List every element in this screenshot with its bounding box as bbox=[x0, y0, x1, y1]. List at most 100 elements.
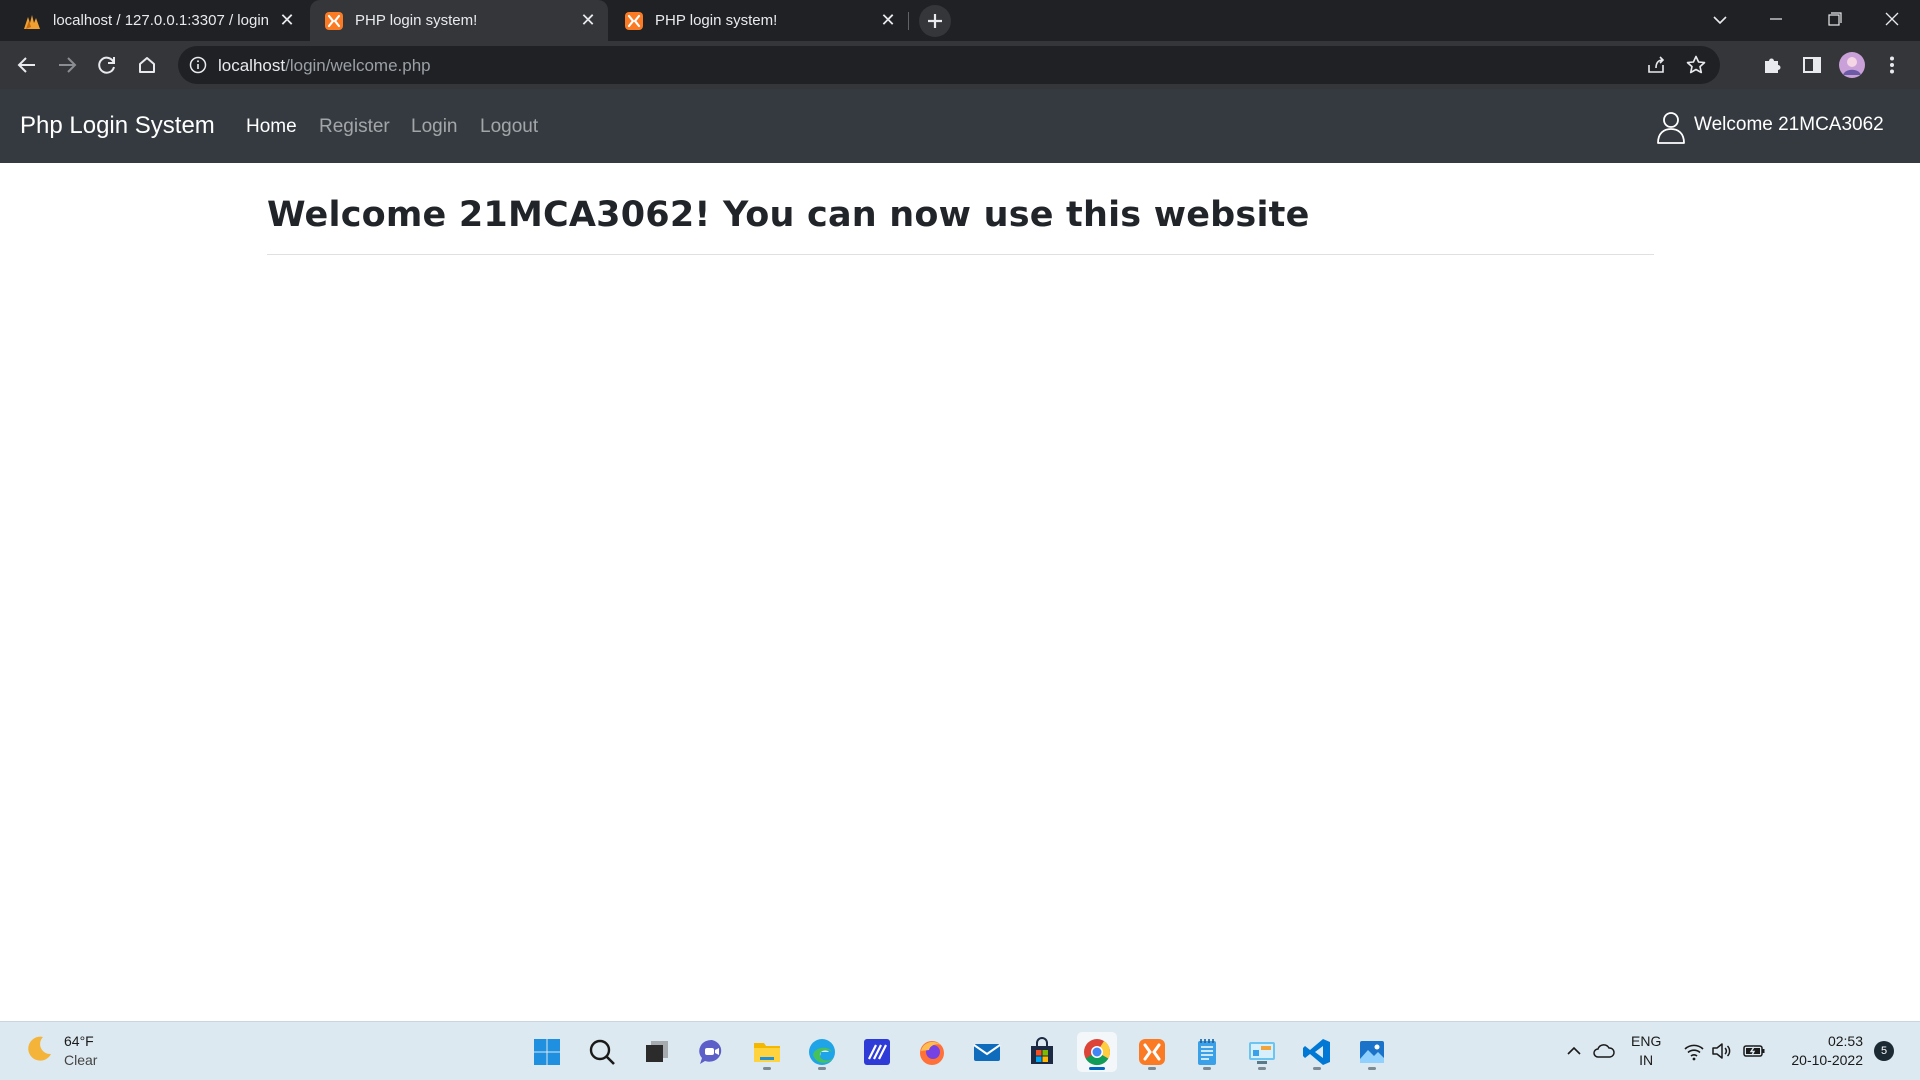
close-tab-icon[interactable]: ✕ bbox=[877, 9, 899, 31]
chevron-up-icon[interactable] bbox=[1562, 1039, 1586, 1063]
taskbar-chat-button[interactable] bbox=[692, 1032, 732, 1072]
language-indicator[interactable]: ENG IN bbox=[1631, 1032, 1661, 1070]
running-indicator bbox=[1258, 1067, 1266, 1070]
info-icon[interactable] bbox=[188, 55, 208, 75]
url-host: localhost bbox=[218, 56, 286, 75]
phpmyadmin-icon bbox=[24, 15, 40, 29]
taskbar-store[interactable] bbox=[1022, 1032, 1062, 1072]
tab-php-login-active[interactable]: PHP login system! ✕ bbox=[310, 0, 608, 41]
xampp-icon bbox=[325, 12, 343, 30]
taskbar-start-button[interactable] bbox=[527, 1032, 567, 1072]
welcome-heading: Welcome 21MCA3062! You can now use this … bbox=[267, 195, 1310, 235]
weather-condition: Clear bbox=[64, 1052, 98, 1068]
system-clock[interactable]: 02:53 20-10-2022 bbox=[1783, 1032, 1863, 1070]
app-linear-icon bbox=[864, 1039, 890, 1065]
close-tab-icon[interactable]: ✕ bbox=[577, 9, 599, 31]
side-panel-button[interactable] bbox=[1796, 49, 1828, 81]
wifi-icon[interactable] bbox=[1682, 1039, 1706, 1063]
back-button[interactable] bbox=[11, 49, 43, 81]
taskbar-photos[interactable] bbox=[1352, 1032, 1392, 1072]
moon-icon bbox=[28, 1036, 51, 1061]
battery-charging-icon[interactable] bbox=[1742, 1039, 1766, 1063]
running-indicator bbox=[818, 1067, 826, 1070]
xampp-icon bbox=[625, 12, 643, 30]
tab-title: PHP login system! bbox=[355, 12, 478, 29]
volume-icon[interactable] bbox=[1710, 1039, 1734, 1063]
region-code: IN bbox=[1639, 1052, 1654, 1068]
control-panel-icon bbox=[1249, 1042, 1275, 1064]
taskbar-task-view-button[interactable] bbox=[637, 1032, 677, 1072]
url-text[interactable]: localhost/login/welcome.php bbox=[218, 56, 431, 76]
notification-badge[interactable]: 5 bbox=[1874, 1041, 1894, 1061]
arrow-right-icon bbox=[59, 57, 77, 73]
nav-link-home[interactable]: Home bbox=[246, 116, 297, 138]
taskbar-edge[interactable] bbox=[802, 1032, 842, 1072]
nav-link-logout[interactable]: Logout bbox=[480, 116, 538, 138]
restore-button[interactable] bbox=[1806, 0, 1862, 41]
puzzle-icon bbox=[1765, 58, 1781, 73]
close-tab-icon[interactable]: ✕ bbox=[276, 9, 298, 31]
onedrive-cloud-icon[interactable] bbox=[1592, 1039, 1616, 1063]
taskbar-notepad[interactable] bbox=[1187, 1032, 1227, 1072]
photos-icon bbox=[1360, 1041, 1384, 1063]
page-content: Welcome 21MCA3062! You can now use this … bbox=[0, 163, 1920, 1021]
close-window-button[interactable] bbox=[1864, 0, 1920, 41]
task-view-icon bbox=[646, 1041, 668, 1062]
reload-icon bbox=[98, 56, 115, 74]
tab-divider bbox=[908, 12, 909, 30]
new-tab-button[interactable] bbox=[919, 5, 951, 37]
navbar-brand[interactable]: Php Login System bbox=[20, 112, 215, 140]
user-icon bbox=[1657, 112, 1685, 144]
tab-phpmyadmin[interactable]: localhost / 127.0.0.1:3307 / login ✕ bbox=[8, 0, 308, 41]
edge-icon bbox=[809, 1039, 835, 1065]
chevron-down-icon bbox=[1713, 16, 1727, 25]
nav-link-register[interactable]: Register bbox=[319, 116, 390, 138]
restore-icon bbox=[1828, 12, 1842, 26]
tab-title: PHP login system! bbox=[655, 12, 778, 29]
menu-button[interactable] bbox=[1876, 49, 1908, 81]
home-icon bbox=[139, 57, 155, 73]
notepad-icon bbox=[1198, 1039, 1216, 1065]
running-indicator bbox=[763, 1067, 771, 1070]
taskbar-firefox[interactable] bbox=[912, 1032, 952, 1072]
taskbar-file-explorer[interactable] bbox=[747, 1032, 787, 1072]
forward-button[interactable] bbox=[51, 49, 83, 81]
taskbar-xampp[interactable] bbox=[1132, 1032, 1172, 1072]
taskbar-vscode[interactable] bbox=[1297, 1032, 1337, 1072]
language-code: ENG bbox=[1631, 1033, 1662, 1049]
url-path: /login/welcome.php bbox=[285, 56, 431, 75]
taskbar-search-button[interactable] bbox=[582, 1032, 622, 1072]
nav-link-login[interactable]: Login bbox=[411, 116, 458, 138]
reload-button[interactable] bbox=[91, 49, 123, 81]
tab-search-button[interactable] bbox=[1692, 0, 1748, 41]
minimize-button[interactable] bbox=[1748, 0, 1804, 41]
user-greeting: Welcome 21MCA3062 bbox=[1694, 114, 1884, 135]
windows-taskbar: 64°F Clear ENG IN 02:53 20-10-2022 5 bbox=[0, 1021, 1920, 1080]
chat-icon bbox=[699, 1039, 722, 1064]
kebab-menu-icon bbox=[1890, 56, 1894, 74]
running-indicator bbox=[1203, 1067, 1211, 1070]
taskbar-chrome[interactable] bbox=[1077, 1032, 1117, 1072]
clock-time: 02:53 bbox=[1827, 1033, 1863, 1049]
chrome-icon bbox=[1084, 1039, 1111, 1066]
windows-logo-icon bbox=[534, 1039, 560, 1065]
running-indicator bbox=[1313, 1067, 1321, 1070]
firefox-icon bbox=[920, 1041, 944, 1065]
taskbar-app-linear[interactable] bbox=[857, 1032, 897, 1072]
running-indicator bbox=[1148, 1067, 1156, 1070]
home-button[interactable] bbox=[131, 49, 163, 81]
address-bar[interactable]: localhost/login/welcome.php bbox=[178, 46, 1720, 84]
taskbar-mail[interactable] bbox=[967, 1032, 1007, 1072]
tab-php-login[interactable]: PHP login system! ✕ bbox=[610, 0, 908, 41]
profile-button[interactable] bbox=[1836, 49, 1868, 81]
avatar bbox=[1839, 52, 1865, 78]
folder-icon bbox=[754, 1043, 780, 1062]
divider bbox=[267, 254, 1654, 255]
taskbar-control-panel[interactable] bbox=[1242, 1032, 1282, 1072]
clock-date: 20-10-2022 bbox=[1791, 1052, 1863, 1068]
browser-toolbar: localhost/login/welcome.php bbox=[0, 41, 1920, 89]
share-icon[interactable] bbox=[1644, 53, 1668, 77]
extensions-button[interactable] bbox=[1756, 49, 1788, 81]
side-panel-icon bbox=[1803, 57, 1821, 73]
bookmark-star-icon[interactable] bbox=[1684, 53, 1708, 77]
